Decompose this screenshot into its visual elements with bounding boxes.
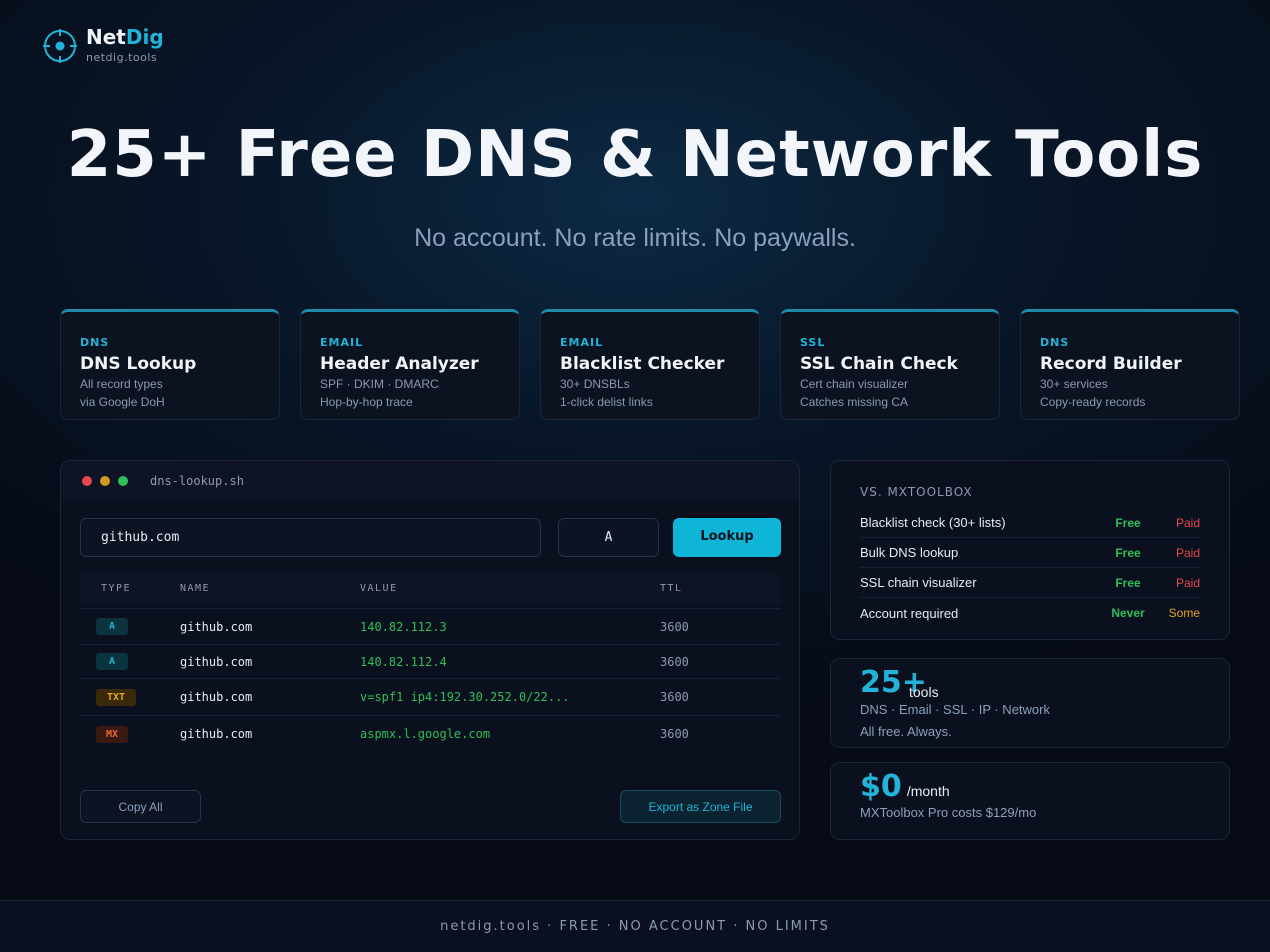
card-title: DNS Lookup [80,354,197,374]
comparison-theirs: Some [1168,606,1200,620]
stat-tools-categories: DNS · Email · SSL · IP · Network [860,702,1050,717]
tool-card-dns-lookup[interactable]: DNS DNS Lookup All record types via Goog… [60,309,280,420]
column-header-type: TYPE [101,583,132,594]
tool-card-record-builder[interactable]: DNS Record Builder 30+ services Copy-rea… [1020,309,1240,420]
record-type-badge: A [96,618,128,635]
record-type-badge: MX [96,725,128,743]
crosshair-icon [43,28,77,63]
comparison-ours: Free [1115,575,1141,590]
table-row[interactable]: MX github.com aspmx.l.google.com 3600 [80,716,781,752]
lookup-button[interactable]: Lookup [673,518,781,557]
record-name: github.com [180,654,253,669]
brand-domain: netdig.tools [86,51,158,64]
card-line: 30+ DNSBLs [560,377,630,391]
comparison-theirs: Paid [1175,515,1200,530]
record-value: 140.82.112.3 [360,619,447,634]
record-ttl: 3600 [660,654,689,669]
card-tag: DNS [1040,336,1070,349]
comparison-ours: Free [1115,545,1141,560]
comparison-title: VS. MXTOOLBOX [860,485,973,499]
card-line: 1-click delist links [560,395,653,409]
comparison-row: Account required Never Some [860,598,1200,628]
brand-name-main: Net [86,25,126,49]
results-table: TYPE NAME VALUE TTL A github.com 140.82.… [80,573,781,752]
table-row[interactable]: TXT github.com v=spf1 ip4:192.30.252.0/2… [80,679,781,716]
comparison-feature: Blacklist check (30+ lists) [860,515,1006,530]
card-title: Record Builder [1040,354,1182,374]
record-name: github.com [180,727,253,741]
comparison-feature: Bulk DNS lookup [860,545,959,560]
table-row[interactable]: A github.com 140.82.112.4 3600 [80,645,781,679]
export-zone-file-button[interactable]: Export as Zone File [620,790,781,823]
record-value: 140.82.112.4 [360,654,447,669]
stat-tools-note: All free. Always. [860,724,952,739]
tool-card-ssl-chain-check[interactable]: SSL SSL Chain Check Cert chain visualize… [780,309,1000,420]
window-titlebar: dns-lookup.sh [61,461,799,500]
tool-card-blacklist-checker[interactable]: EMAIL Blacklist Checker 30+ DNSBLs 1-cli… [540,309,760,420]
tool-card-header-analyzer[interactable]: EMAIL Header Analyzer SPF · DKIM · DMARC… [300,309,520,420]
card-title: SSL Chain Check [800,354,958,374]
dns-lookup-demo: dns-lookup.sh github.com A Lookup TYPE N… [60,460,800,840]
card-title: Header Analyzer [320,354,479,374]
comparison-theirs: Paid [1175,575,1200,590]
comparison-row: SSL chain visualizer Free Paid [860,568,1200,598]
card-tag: EMAIL [560,336,604,349]
record-name: github.com [180,619,253,634]
stat-price-card: $0 /month MXToolbox Pro costs $129/mo [830,762,1230,840]
card-line: Catches missing CA [800,395,909,409]
column-header-ttl: TTL [660,583,683,594]
record-type-select[interactable]: A [558,518,659,557]
hero-subtitle: No account. No rate limits. No paywalls. [414,224,856,252]
record-name: github.com [180,690,253,704]
window-title: dns-lookup.sh [150,473,244,488]
maximize-dot-icon [118,475,128,486]
card-line: Cert chain visualizer [800,377,909,391]
table-row[interactable]: A github.com 140.82.112.3 3600 [80,608,781,645]
brand-logo[interactable]: NetDig netdig.tools [42,27,164,64]
comparison-theirs: Paid [1175,545,1200,560]
minimize-dot-icon [100,475,110,486]
comparison-ours: Free [1115,515,1141,530]
table-header: TYPE NAME VALUE TTL [80,573,781,604]
card-line: via Google DoH [80,395,165,409]
column-header-value: VALUE [360,583,398,594]
record-type-badge: TXT [96,688,136,706]
footer-tagline: netdig.tools · FREE · NO ACCOUNT · NO LI… [0,900,1270,952]
comparison-feature: SSL chain visualizer [860,575,977,590]
brand-name-accent: Dig [125,25,164,49]
record-ttl: 3600 [660,727,689,741]
stat-tools-card: 25+ tools DNS · Email · SSL · IP · Netwo… [830,658,1230,748]
tool-cards: DNS DNS Lookup All record types via Goog… [60,309,1240,420]
card-tag: DNS [80,336,110,349]
card-tag: EMAIL [320,336,364,349]
column-header-name: NAME [180,583,211,594]
comparison-feature: Account required [860,605,959,621]
card-tag: SSL [800,336,826,349]
comparison-panel: VS. MXTOOLBOX Blacklist check (30+ lists… [830,460,1230,640]
card-title: Blacklist Checker [560,354,725,374]
domain-input[interactable]: github.com [80,518,541,557]
record-ttl: 3600 [660,690,689,704]
copy-all-button[interactable]: Copy All [80,790,201,823]
comparison-ours: Never [1111,606,1145,620]
stat-price-unit: /month [906,783,950,799]
comparison-row: Blacklist check (30+ lists) Free Paid [860,508,1200,538]
stat-price-note: MXToolbox Pro costs $129/mo [860,805,1037,820]
record-ttl: 3600 [660,619,689,634]
record-value: aspmx.l.google.com [360,727,491,741]
close-dot-icon [82,475,92,486]
record-type-badge: A [96,653,128,670]
hero-title: 25+ Free DNS & Network Tools [66,118,1204,192]
card-line: Copy-ready records [1040,395,1146,409]
stat-price-value: $0 [860,769,902,804]
record-value: v=spf1 ip4:192.30.252.0/22... [360,690,570,704]
stat-tools-unit: tools [909,684,939,700]
brand-name: NetDig [86,27,164,47]
card-line: All record types [80,377,163,391]
card-line: 30+ services [1040,377,1108,391]
card-line: SPF · DKIM · DMARC [320,377,439,391]
card-line: Hop-by-hop trace [320,395,413,409]
comparison-row: Bulk DNS lookup Free Paid [860,538,1200,568]
